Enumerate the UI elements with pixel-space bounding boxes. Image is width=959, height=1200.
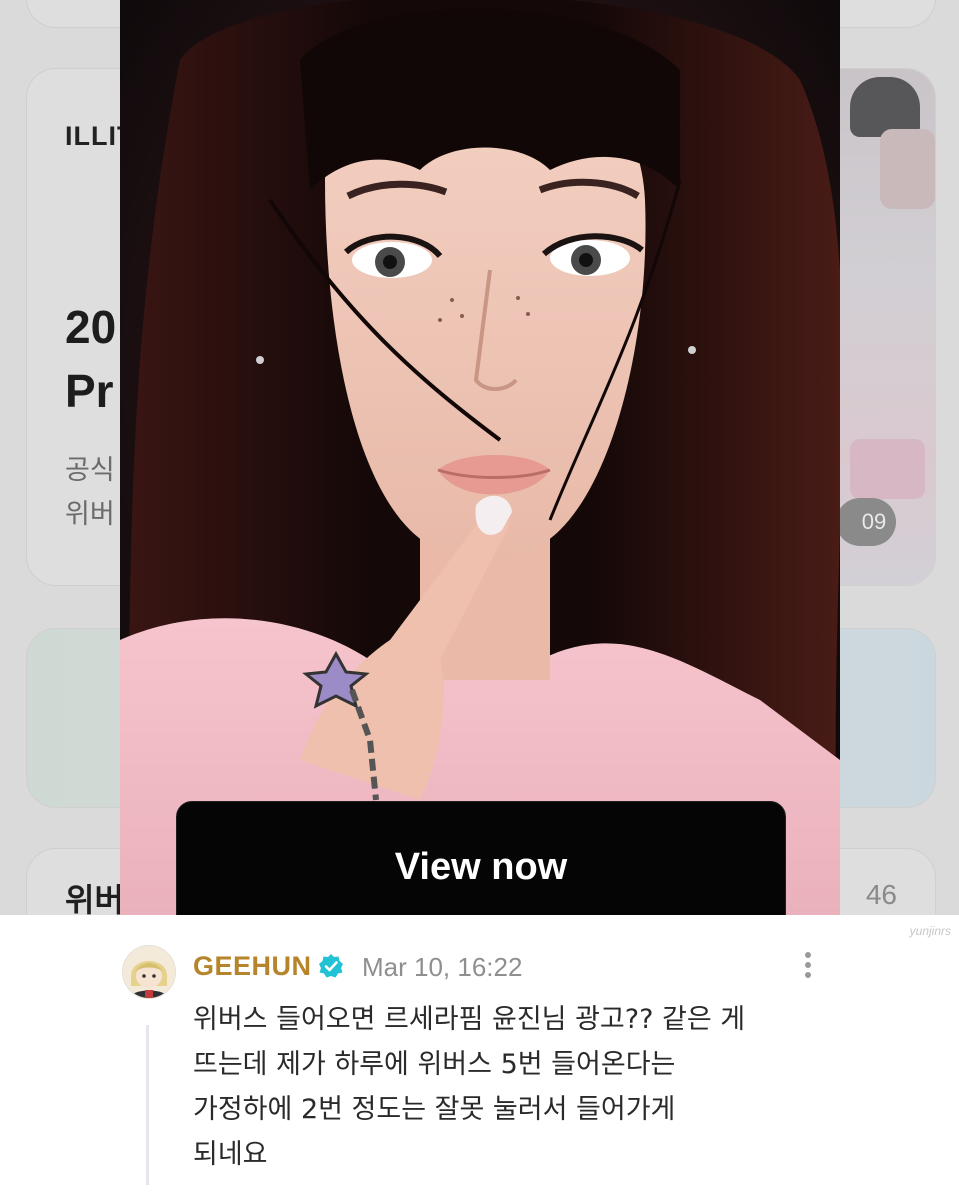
thread-line bbox=[146, 1025, 149, 1185]
background-lower-count-fragment: 46 bbox=[865, 879, 897, 910]
comment-body: 위버스 들어오면 르세라핌 윤진님 광고?? 같은 게 뜨는데 제가 하루에 위… bbox=[193, 997, 853, 1177]
comment-timestamp: Mar 10, 16:22 bbox=[362, 952, 523, 982]
comment-line: 위버스 들어오면 르세라핌 윤진님 광고?? 같은 게 bbox=[193, 1004, 746, 1035]
comment-line: 가정하에 2번 정도는 잘못 눌러서 들어가게 bbox=[193, 1094, 676, 1125]
verified-icon bbox=[319, 954, 343, 978]
comment: GEEHUN Mar 10, 16:22 위버스 들어오면 르세라핌 윤진님 광… bbox=[0, 915, 959, 1200]
avatar[interactable] bbox=[122, 945, 176, 999]
comment-author[interactable]: GEEHUN bbox=[193, 951, 312, 982]
comment-line: 되네요 bbox=[193, 1139, 268, 1170]
ad-portrait-photo[interactable] bbox=[120, 0, 840, 915]
avatar-illustration bbox=[123, 946, 175, 998]
more-options-icon[interactable] bbox=[796, 949, 820, 983]
background-lower-fragment: 위버 bbox=[65, 881, 124, 915]
background-image-counter: 09 bbox=[836, 498, 896, 546]
view-now-button[interactable]: View now bbox=[176, 801, 786, 915]
comment-line: 뜨는데 제가 하루에 위버스 5번 들어온다는 bbox=[193, 1049, 676, 1080]
ad-popup[interactable]: View now bbox=[120, 0, 840, 915]
